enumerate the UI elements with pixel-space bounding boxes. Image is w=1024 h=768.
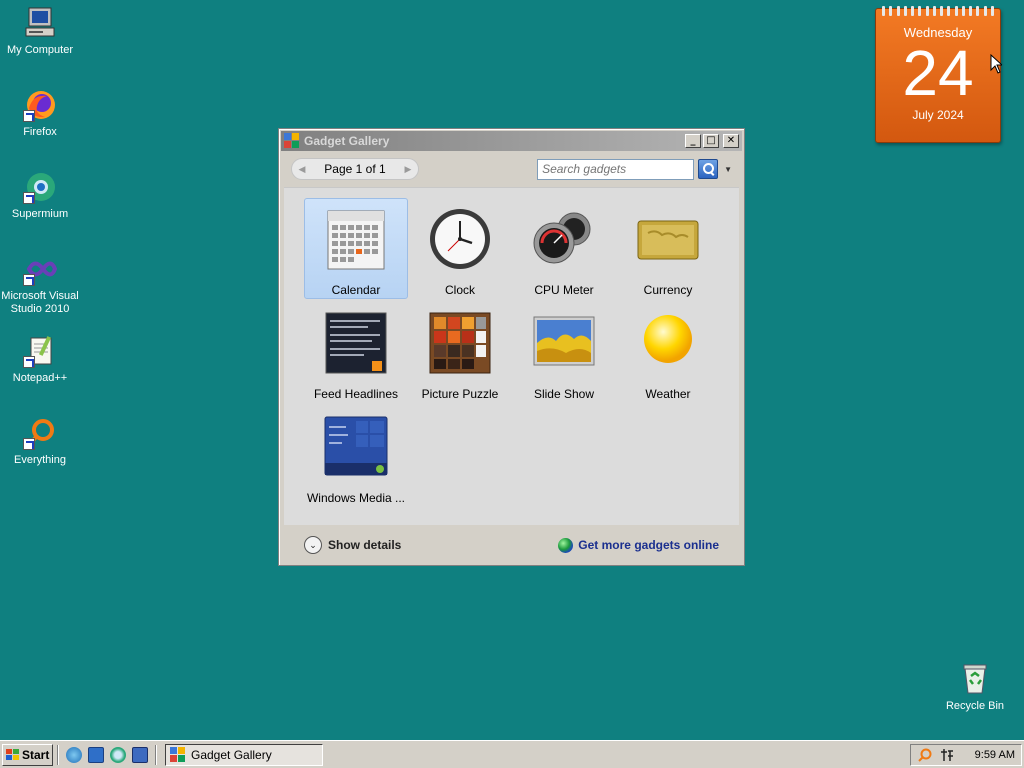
quick-launch-separator [57, 744, 59, 765]
gadget-name: Weather [645, 387, 691, 401]
desktop-icon-label: Recycle Bin [945, 700, 1005, 712]
recycle-bin-icon [958, 662, 992, 696]
desktop-icon-firefox[interactable]: Firefox [0, 88, 80, 139]
get-more-gadgets-link[interactable]: Get more gadgets online [558, 537, 719, 553]
calendar-binding-rings [882, 6, 994, 16]
calendar-widget[interactable]: Wednesday 24 July 2024 [875, 6, 1001, 143]
show-details-button[interactable]: Show details [328, 538, 401, 552]
desktop-icon-label: Microsoft Visual Studio 2010 [1, 290, 79, 315]
gadget-name: Currency [643, 283, 693, 297]
gadget-tile-cpu-meter[interactable]: CPU Meter [512, 198, 616, 299]
system-tray: 9:59 AM [910, 743, 1022, 766]
start-label: Start [22, 747, 50, 762]
desktop-icon-supermium[interactable]: Supermium [0, 170, 80, 221]
taskbar: Start Gadget Gallery 9:59 AM [0, 740, 1024, 768]
desktop-icon-label: Firefox [23, 126, 57, 138]
get-more-gadgets-label: Get more gadgets online [578, 538, 719, 552]
globe-icon [558, 537, 574, 553]
desktop-icon-label: Notepad++ [12, 372, 68, 384]
input-method-icon[interactable] [939, 747, 955, 763]
firefox-icon [23, 88, 57, 122]
gadget-grid: Calendar Clock CPU Meter Currency Feed H… [284, 187, 739, 525]
close-button[interactable]: ✕ [723, 134, 739, 148]
gadget-name: Calendar [331, 283, 381, 297]
gadget-gallery-window: Gadget Gallery _ □ ✕ ◀ Page 1 of 1 ▶ ▼ [278, 128, 745, 566]
minimize-button[interactable]: _ [685, 134, 701, 148]
switch-windows-icon[interactable] [132, 746, 148, 763]
gadget-name: CPU Meter [534, 283, 594, 297]
picture-puzzle-gadget-icon [428, 311, 492, 375]
gadget-tile-windows-media-center[interactable]: Windows Media ... [304, 406, 408, 507]
gadget-name: Windows Media ... [306, 491, 406, 505]
desktop-icon-visual-studio[interactable]: Microsoft Visual Studio 2010 [0, 252, 80, 316]
gadget-name: Slide Show [533, 387, 595, 401]
gadget-name: Feed Headlines [313, 387, 399, 401]
desktop-icon-label: Everything [14, 454, 66, 466]
quick-launch-separator [155, 744, 157, 765]
visual-studio-icon [23, 252, 58, 286]
taskbar-button-gadget-gallery[interactable]: Gadget Gallery [165, 743, 323, 766]
feed-headlines-gadget-icon [324, 311, 388, 375]
search-button[interactable] [698, 159, 719, 179]
everything-search-icon [23, 416, 57, 450]
desktop-icon-recycle-bin[interactable]: Recycle Bin [935, 662, 1015, 713]
internet-explorer-icon[interactable] [66, 746, 82, 763]
windows-media-gadget-icon [324, 415, 388, 479]
gadget-tile-currency[interactable]: Currency [616, 198, 720, 299]
page-indicator: Page 1 of 1 [324, 162, 386, 176]
supermium-icon [23, 170, 57, 204]
gallery-footer: ⌄ Show details Get more gadgets online [284, 527, 739, 563]
gallery-toolbar: ◀ Page 1 of 1 ▶ ▼ [279, 151, 744, 187]
show-desktop-icon[interactable] [88, 746, 104, 763]
gadget-gallery-app-icon [170, 746, 186, 763]
windows-logo-icon [6, 748, 20, 761]
page-navigator: ◀ Page 1 of 1 ▶ [291, 158, 419, 180]
desktop-icon-everything[interactable]: Everything [0, 416, 80, 467]
notepad-plus-plus-icon [23, 334, 57, 368]
search-gadgets-input[interactable] [537, 158, 695, 180]
gadget-tile-feed-headlines[interactable]: Feed Headlines [304, 302, 408, 403]
search-options-dropdown[interactable]: ▼ [724, 165, 732, 174]
desktop-icon-label: Supermium [11, 208, 69, 220]
next-page-button[interactable]: ▶ [398, 164, 418, 175]
window-titlebar[interactable]: Gadget Gallery _ □ ✕ [281, 131, 742, 151]
computer-icon [23, 6, 57, 40]
desktop-icon-label: My Computer [6, 44, 74, 56]
mouse-cursor-icon [990, 54, 1002, 74]
gadget-name: Picture Puzzle [421, 387, 499, 401]
supermium-quick-launch-icon[interactable] [110, 746, 126, 763]
calendar-day-number: 24 [902, 37, 974, 109]
window-title: Gadget Gallery [304, 134, 390, 148]
calendar-month-year: July 2024 [912, 108, 964, 122]
chevron-down-icon[interactable]: ⌄ [304, 536, 322, 554]
currency-gadget-icon [636, 207, 700, 271]
previous-page-button[interactable]: ◀ [292, 164, 312, 175]
cpu-meter-gadget-icon [532, 207, 596, 271]
gadget-tile-weather[interactable]: Weather [616, 302, 720, 403]
weather-gadget-icon [636, 311, 700, 375]
calendar-gadget-icon [324, 207, 388, 271]
clock-gadget-icon [428, 207, 492, 271]
taskbar-button-label: Gadget Gallery [191, 747, 272, 762]
gadget-tile-calendar[interactable]: Calendar [304, 198, 408, 299]
slide-show-gadget-icon [532, 311, 596, 375]
gadget-gallery-app-icon [284, 133, 300, 149]
maximize-button[interactable]: □ [703, 134, 719, 148]
gadget-name: Clock [444, 283, 475, 297]
desktop-icon-my-computer[interactable]: My Computer [0, 6, 80, 57]
system-clock[interactable]: 9:59 AM [975, 749, 1015, 761]
desktop-icon-notepad-plus-plus[interactable]: Notepad++ [0, 334, 80, 385]
gadget-tile-clock[interactable]: Clock [408, 198, 512, 299]
gadget-tile-picture-puzzle[interactable]: Picture Puzzle [408, 302, 512, 403]
gadget-tile-slide-show[interactable]: Slide Show [512, 302, 616, 403]
start-button[interactable]: Start [2, 743, 53, 766]
everything-search-icon[interactable] [917, 747, 933, 763]
